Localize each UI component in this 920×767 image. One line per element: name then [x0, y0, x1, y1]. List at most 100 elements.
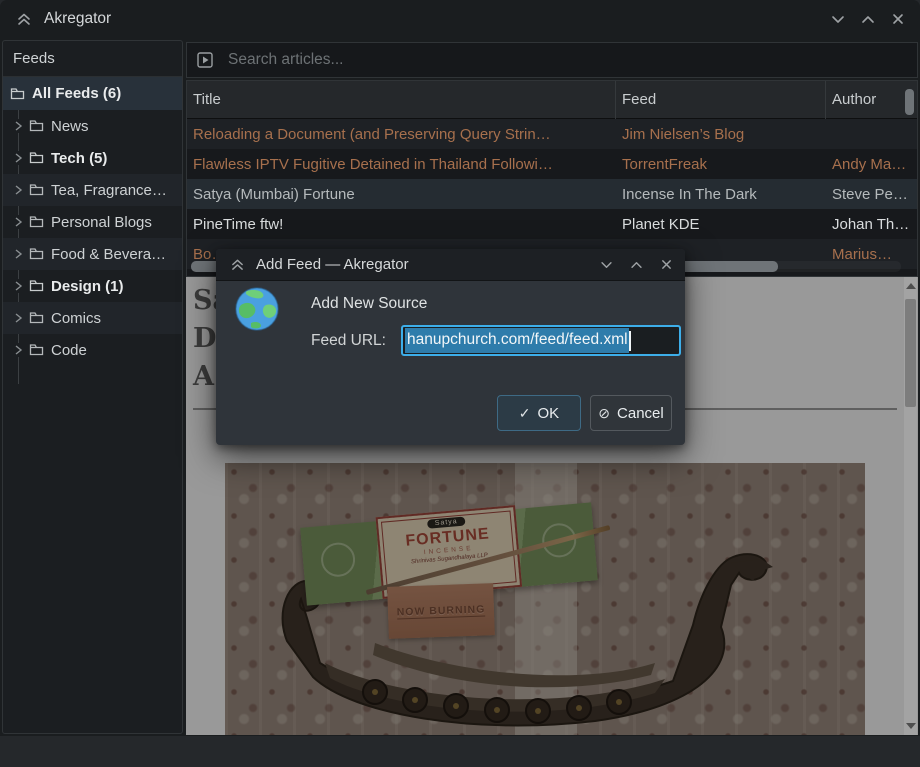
feed-item-food-beverage[interactable]: Food & Bevera… — [3, 238, 182, 270]
feed-item-tea-fragrance[interactable]: Tea, Fragrance… — [3, 174, 182, 206]
folder-icon — [29, 119, 45, 133]
list-vertical-scrollbar[interactable] — [905, 89, 914, 115]
article-author: Marius… — [826, 246, 917, 263]
expander-icon[interactable] — [11, 247, 25, 261]
expander-icon[interactable] — [11, 119, 25, 133]
scroll-up-arrow[interactable] — [906, 283, 916, 289]
article-title: PineTime ftw! — [187, 216, 616, 233]
screen: Akregator Feeds All Feeds (6) News — [0, 0, 920, 767]
feed-item-comics[interactable]: Comics — [3, 302, 182, 334]
window-titlebar[interactable]: Akregator — [0, 0, 920, 38]
feed-item-personal-blogs[interactable]: Personal Blogs — [3, 206, 182, 238]
expander-icon[interactable] — [11, 311, 25, 325]
feed-item-label: Food & Bevera… — [51, 246, 166, 263]
cancel-button[interactable]: ⊘ Cancel — [590, 395, 672, 431]
folder-icon — [10, 87, 26, 101]
feed-item-label: Code — [51, 342, 87, 359]
status-filter-icon[interactable] — [196, 51, 214, 69]
scroll-down-arrow[interactable] — [906, 723, 916, 729]
folder-icon — [29, 183, 45, 197]
feed-item-label: Design (1) — [51, 278, 124, 295]
column-header-feed[interactable]: Feed — [616, 81, 826, 119]
feed-item-label: Personal Blogs — [51, 214, 152, 231]
folder-icon — [29, 151, 45, 165]
article-title: Flawless IPTV Fugitive Detained in Thail… — [187, 156, 616, 173]
article-feed: Jim Nielsen’s Blog — [616, 126, 826, 143]
folder-icon — [29, 343, 45, 357]
dialog-titlebar[interactable]: Add Feed — Akregator — [216, 249, 685, 281]
window-controls — [824, 0, 912, 38]
dialog-heading: Add New Source — [311, 295, 427, 313]
feeds-panel: Feeds All Feeds (6) News Tech (5) — [2, 40, 183, 734]
article-row-selected[interactable]: Satya (Mumbai) Fortune Incense In The Da… — [187, 179, 917, 209]
search-input[interactable] — [228, 51, 917, 69]
folder-icon — [29, 279, 45, 293]
globe-icon — [233, 285, 281, 338]
article-list: Title Feed Author Reloading a Document (… — [186, 80, 918, 277]
column-header-title[interactable]: Title — [187, 81, 616, 119]
dialog-title: Add Feed — Akregator — [256, 256, 409, 273]
feed-item-design[interactable]: Design (1) — [3, 270, 182, 302]
article-author: Andy Ma… — [826, 156, 917, 173]
feed-url-selected-text: hanupchurch.com/feed/feed.xml — [405, 328, 629, 353]
expander-icon[interactable] — [11, 215, 25, 229]
search-bar — [186, 42, 918, 78]
dialog-minimize-button[interactable] — [593, 252, 619, 278]
expander-icon[interactable] — [11, 343, 25, 357]
cancel-button-label: Cancel — [617, 405, 664, 422]
article-title: Reloading a Document (and Preserving Que… — [187, 126, 616, 143]
add-feed-dialog: Add Feed — Akregator Add New Source Feed… — [216, 249, 685, 445]
shade-icon — [230, 258, 245, 271]
article-author: Johan Th… — [826, 216, 917, 233]
dialog-maximize-button[interactable] — [623, 252, 649, 278]
dialog-close-button[interactable] — [653, 252, 679, 278]
feed-url-input[interactable]: hanupchurch.com/feed/feed.xml — [401, 325, 681, 356]
close-button[interactable] — [884, 5, 912, 33]
article-author: Steve Pe… — [826, 186, 917, 203]
photo-dim-overlay — [225, 463, 865, 735]
feed-item-news[interactable]: News — [3, 110, 182, 142]
feed-item-label: News — [51, 118, 89, 135]
text-caret — [629, 331, 631, 351]
article-row[interactable]: PineTime ftw! Planet KDE Johan Th… — [187, 209, 917, 239]
article-list-header: Title Feed Author — [187, 81, 917, 119]
article-feed: Incense In The Dark — [616, 186, 826, 203]
article-title: Satya (Mumbai) Fortune — [187, 186, 616, 203]
expander-icon[interactable] — [11, 183, 25, 197]
feeds-panel-title: Feeds — [3, 41, 182, 77]
expander-icon[interactable] — [11, 279, 25, 293]
folder-icon — [29, 215, 45, 229]
window-title: Akregator — [44, 10, 111, 28]
feed-item-label: Tea, Fragrance… — [51, 182, 167, 199]
viewer-scrollbar-thumb[interactable] — [905, 299, 916, 407]
shade-icon — [16, 12, 32, 26]
feed-url-label: Feed URL: — [311, 332, 386, 350]
feed-item-label: Comics — [51, 310, 101, 327]
check-icon: ✓ — [519, 405, 531, 422]
article-row[interactable]: Flawless IPTV Fugitive Detained in Thail… — [187, 149, 917, 179]
column-header-author[interactable]: Author — [826, 81, 917, 119]
feed-item-label: All Feeds (6) — [32, 85, 121, 102]
minimize-button[interactable] — [824, 5, 852, 33]
folder-icon — [29, 311, 45, 325]
article-feed: TorrentFreak — [616, 156, 826, 173]
dialog-controls — [593, 252, 679, 278]
article-title-fragment: A — [193, 361, 214, 392]
cancel-icon: ⊘ — [598, 405, 610, 422]
feed-item-tech[interactable]: Tech (5) — [3, 142, 182, 174]
ok-button-label: OK — [538, 405, 560, 422]
feed-item-code[interactable]: Code — [3, 334, 182, 366]
folder-icon — [29, 247, 45, 261]
ok-button[interactable]: ✓ OK — [497, 395, 581, 431]
maximize-button[interactable] — [854, 5, 882, 33]
article-feed: Planet KDE — [616, 216, 826, 233]
feed-tree: All Feeds (6) News Tech (5) Tea, Fragran… — [3, 77, 182, 366]
viewer-scrollbar — [904, 277, 917, 735]
expander-icon[interactable] — [11, 151, 25, 165]
article-row[interactable]: Reloading a Document (and Preserving Que… — [187, 119, 917, 149]
desktop-strip — [0, 736, 920, 767]
feed-item-label: Tech (5) — [51, 150, 107, 167]
feed-item-all-feeds[interactable]: All Feeds (6) — [3, 77, 182, 110]
article-title-fragment: D — [193, 323, 216, 354]
article-photo: Satya FORTUNE INCENSE Shrinivas Sugandha… — [225, 463, 865, 735]
